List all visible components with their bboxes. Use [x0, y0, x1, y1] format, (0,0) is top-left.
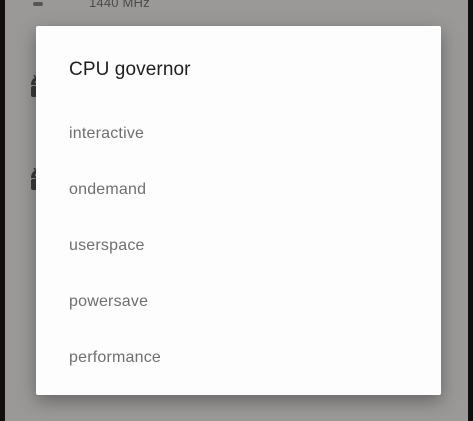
dialog-title: CPU governor [69, 59, 191, 80]
governor-options-list: interactive ondemand userspace powersave… [36, 106, 441, 386]
option-ondemand[interactable]: ondemand [36, 162, 441, 218]
option-userspace[interactable]: userspace [36, 218, 441, 274]
cpu-governor-dialog: CPU governor interactive ondemand usersp… [36, 26, 441, 395]
background-list-item-text: 1440 MHz [89, 0, 150, 10]
option-interactive[interactable]: interactive [36, 106, 441, 162]
option-performance[interactable]: performance [36, 330, 441, 386]
partial-icon [33, 2, 43, 6]
option-powersave[interactable]: powersave [36, 274, 441, 330]
